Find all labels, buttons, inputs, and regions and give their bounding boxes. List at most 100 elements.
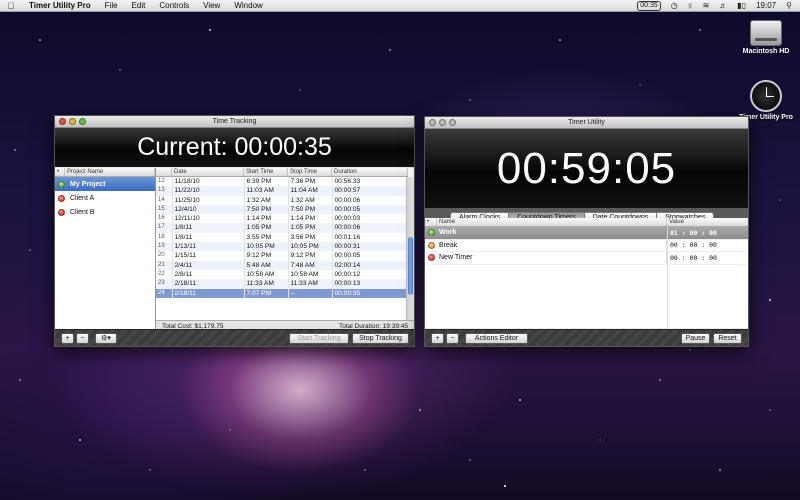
close-icon[interactable] <box>429 119 436 126</box>
row-stop-time: 1:05 PM <box>288 223 333 233</box>
status-column-header[interactable]: • <box>425 218 437 226</box>
menubar-clock[interactable]: 19:07 <box>756 1 776 10</box>
row-index: 19 <box>156 242 173 252</box>
remove-timer-button[interactable]: − <box>446 333 459 344</box>
window-title: Timer Utility <box>568 119 605 126</box>
date-column-header[interactable]: Date <box>172 168 244 176</box>
row-start-time: 10:58 AM <box>244 269 289 280</box>
close-icon[interactable] <box>59 118 66 125</box>
window-titlebar[interactable]: Timer Utility <box>425 117 748 129</box>
status-dot-icon <box>58 208 65 216</box>
table-row[interactable]: 13 11/22/10 11:03 AM 11:04 AM 00:00:57 <box>156 186 408 196</box>
table-row[interactable]: 16 12/11/10 1:14 PM 1:14 PM 00:00:03 <box>156 214 408 224</box>
bluetooth-icon[interactable]: ᛟ <box>688 1 693 10</box>
duration-column-header[interactable]: Duration <box>332 168 408 176</box>
spotlight-icon[interactable]: ⚲ <box>786 1 792 10</box>
table-row[interactable]: 21 2/4/11 5:48 AM 7:48 AM 02:00:14 <box>156 260 408 270</box>
row-duration: 00:00:05 <box>332 251 408 261</box>
menu-window[interactable]: Window <box>227 1 269 10</box>
row-index: 13 <box>156 186 173 196</box>
status-column-header[interactable]: • <box>55 168 65 176</box>
vertical-scrollbar[interactable] <box>406 177 414 331</box>
stop-time-column-header[interactable]: Stop Time <box>288 168 332 176</box>
table-row[interactable]: 18 1/8/11 3:55 PM 3:56 PM 00:01:16 <box>156 232 408 243</box>
row-index: 22 <box>156 269 173 280</box>
row-stop-time: 10:58 AM <box>288 269 333 280</box>
row-start-time: 6:39 PM <box>244 177 289 187</box>
row-date: 12/11/10 <box>172 214 245 224</box>
row-date: 1/15/11 <box>172 251 245 261</box>
stop-tracking-button[interactable]: Stop Tracking <box>352 333 409 344</box>
value-column-header[interactable]: Value <box>667 218 748 226</box>
minimize-icon[interactable] <box>69 118 76 125</box>
gear-menu-button[interactable]: ⚙▾ <box>95 333 117 344</box>
name-column-header[interactable]: Name <box>437 218 667 226</box>
table-row[interactable]: 20 1/15/11 9:12 PM 9:12 PM 00:00:05 <box>156 251 408 261</box>
actions-editor-button[interactable]: Actions Editor <box>465 333 528 344</box>
menu-controls[interactable]: Controls <box>152 1 196 10</box>
project-row-client-a[interactable]: Client A <box>55 191 155 205</box>
timer-row-work[interactable]: Work 01 : 00 : 00 <box>425 227 748 240</box>
menu-file[interactable]: File <box>98 1 125 10</box>
table-row[interactable]: 19 1/13/11 10:05 PM 10:05 PM 00:00:31 <box>156 242 408 252</box>
timer-row-break[interactable]: Break 00 : 00 : 00 <box>425 239 748 252</box>
start-time-column-header[interactable]: Start Time <box>244 168 288 176</box>
countdown-timer-list: • Name Value Work 01 : 00 : 00 Break 00 … <box>425 218 748 328</box>
row-date: 2/4/11 <box>172 260 245 270</box>
zoom-icon[interactable] <box>79 118 86 125</box>
table-row[interactable]: 12 11/18/10 6:39 PM 7:36 PM 00:56:33 <box>156 177 408 187</box>
project-name-column-header[interactable]: Project Name <box>65 168 155 176</box>
column-divider <box>667 227 668 328</box>
window-titlebar[interactable]: Time Tracking <box>55 116 414 128</box>
row-date: 11/22/10 <box>172 186 245 196</box>
status-dot-icon <box>427 254 435 262</box>
timer-row-new-timer[interactable]: New Timer 00 : 00 : 00 <box>425 252 748 265</box>
row-start-time: 7:07 PM <box>244 288 289 298</box>
zoom-icon[interactable] <box>449 119 456 126</box>
menu-view[interactable]: View <box>196 1 227 10</box>
add-project-button[interactable]: + <box>61 333 74 344</box>
desktop-icon-timer-utility[interactable]: Timer Utility Pro <box>736 80 796 121</box>
row-start-time: 1:05 PM <box>244 223 289 233</box>
row-start-time: 10:05 PM <box>244 242 289 252</box>
table-row[interactable]: 22 2/8/11 10:58 AM 10:58 AM 00:00:12 <box>156 269 408 280</box>
add-timer-button[interactable]: + <box>431 333 444 344</box>
apple-menu-icon[interactable]:  <box>0 1 22 11</box>
table-row[interactable]: 24 2/18/11 7:07 PM -- 00:00:35 <box>156 288 408 298</box>
project-name: My Project <box>70 180 106 188</box>
time-log-rows: 12 11/18/10 6:39 PM 7:36 PM 00:56:33 13 11/22/… <box>156 177 408 298</box>
battery-icon[interactable]: ▮▯ <box>737 1 746 10</box>
wifi-icon[interactable]: ≋ <box>703 1 710 10</box>
table-row[interactable]: 23 2/18/11 11:33 AM 11:33 AM 00:00:13 <box>156 279 408 289</box>
pause-button[interactable]: Pause <box>681 333 710 344</box>
desktop-icon-macintosh-hd[interactable]: Macintosh HD <box>736 20 796 55</box>
row-start-time: 1:14 PM <box>244 214 289 224</box>
row-index: 14 <box>156 195 173 205</box>
row-index: 18 <box>156 232 173 243</box>
menu-bar:  Timer Utility Pro File Edit Controls V… <box>0 0 800 12</box>
project-row-client-b[interactable]: Client B <box>55 205 155 219</box>
remove-project-button[interactable]: − <box>76 333 89 344</box>
menu-edit[interactable]: Edit <box>125 1 153 10</box>
index-column-header[interactable] <box>156 168 172 176</box>
row-date: 11/18/10 <box>172 177 245 187</box>
row-duration: 00:00:31 <box>332 242 408 252</box>
project-row-my-project[interactable]: My Project <box>55 177 155 191</box>
time-machine-icon[interactable]: ◷ <box>671 1 678 10</box>
clock-icon <box>750 80 782 112</box>
table-row[interactable]: 15 12/4/10 7:50 PM 7:50 PM 00:00:05 <box>156 204 408 215</box>
table-row[interactable]: 14 11/25/10 1:32 AM 1:32 AM 00:00:06 <box>156 195 408 205</box>
time-log-table: Date Start Time Stop Time Duration 12 11/… <box>156 168 414 331</box>
status-dot-icon <box>58 194 65 202</box>
project-name: Client A <box>70 194 95 202</box>
start-tracking-button[interactable]: Start Tracking <box>289 333 349 344</box>
menu-app-name[interactable]: Timer Utility Pro <box>22 1 98 10</box>
table-row[interactable]: 17 1/8/11 1:05 PM 1:05 PM 00:00:06 <box>156 223 408 233</box>
row-stop-time: 11:33 AM <box>288 279 333 289</box>
volume-icon[interactable]: ♬ <box>719 1 727 10</box>
minimize-icon[interactable] <box>439 119 446 126</box>
row-index: 23 <box>156 279 173 289</box>
menubar-timer-badge[interactable]: 00:35 <box>637 0 661 11</box>
scrollbar-thumb[interactable] <box>408 237 413 295</box>
reset-button[interactable]: Reset <box>713 333 742 344</box>
